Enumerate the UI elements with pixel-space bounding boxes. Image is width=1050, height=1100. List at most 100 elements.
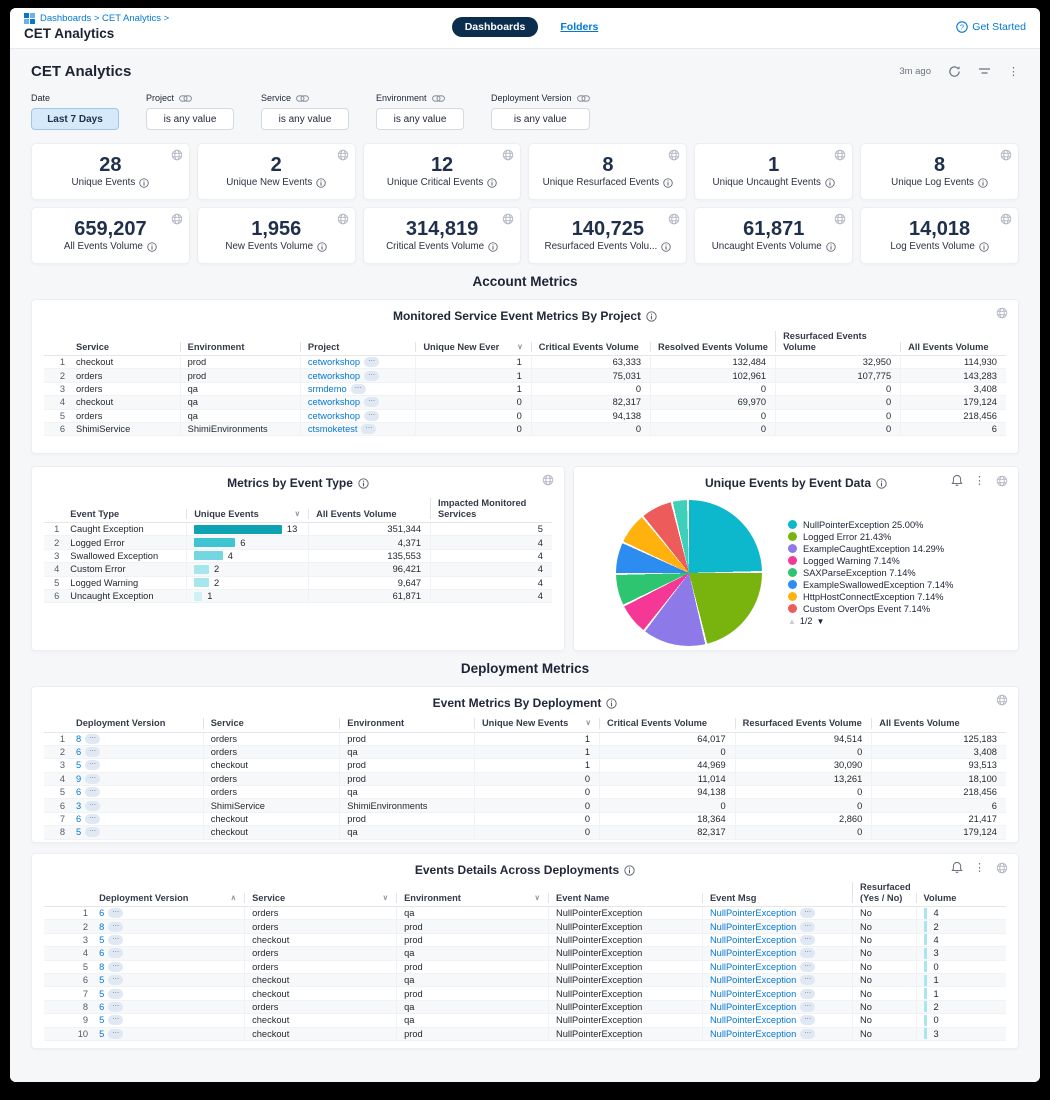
more-badge[interactable]: ⋯ <box>108 1002 123 1012</box>
more-badge[interactable]: ⋯ <box>361 424 376 434</box>
globe-icon[interactable] <box>337 149 349 161</box>
globe-icon[interactable] <box>337 213 349 225</box>
more-badge[interactable]: ⋯ <box>800 1029 815 1039</box>
more-badge[interactable]: ⋯ <box>364 357 379 367</box>
info-icon[interactable] <box>979 242 989 252</box>
globe-icon[interactable] <box>1000 149 1012 161</box>
globe-icon[interactable] <box>668 149 680 161</box>
legend-item[interactable]: HttpHostConnectException 7.14% <box>788 592 963 603</box>
more-badge[interactable]: ⋯ <box>800 908 815 918</box>
more-badge[interactable]: ⋯ <box>85 774 100 784</box>
more-badge[interactable]: ⋯ <box>108 962 123 972</box>
cell-link[interactable]: 6 <box>76 814 81 824</box>
more-badge[interactable]: ⋯ <box>108 908 123 918</box>
globe-icon[interactable] <box>996 307 1008 319</box>
column-header[interactable]: Deployment Version∧ <box>92 893 244 904</box>
globe-icon[interactable] <box>1000 213 1012 225</box>
filter-chip[interactable]: is any value <box>376 108 464 130</box>
more-menu-icon[interactable]: ⋮ <box>974 474 985 487</box>
globe-icon[interactable] <box>171 213 183 225</box>
cell-link[interactable]: NullPointerException <box>710 922 796 932</box>
cell-link[interactable]: 9 <box>76 774 81 784</box>
breadcrumb[interactable]: Dashboards > CET Analytics > <box>40 13 169 24</box>
filter-chip[interactable]: is any value <box>491 108 590 130</box>
get-started-link[interactable]: ? Get Started <box>956 21 1026 33</box>
info-icon[interactable] <box>487 178 497 188</box>
more-badge[interactable]: ⋯ <box>85 801 100 811</box>
more-badge[interactable]: ⋯ <box>364 371 379 381</box>
globe-icon[interactable] <box>171 149 183 161</box>
more-badge[interactable]: ⋯ <box>800 975 815 985</box>
cell-link[interactable]: NullPointerException <box>710 908 796 918</box>
more-badge[interactable]: ⋯ <box>800 1015 815 1025</box>
more-badge[interactable]: ⋯ <box>108 989 123 999</box>
cell-link[interactable]: 5 <box>99 1015 104 1025</box>
cell-link[interactable]: 8 <box>76 734 81 744</box>
more-badge[interactable]: ⋯ <box>85 760 100 770</box>
cell-link[interactable]: cetworkshop <box>308 411 360 421</box>
cell-link[interactable]: cetworkshop <box>308 397 360 407</box>
legend-page-up-icon[interactable]: ▲ <box>788 617 796 626</box>
more-badge[interactable]: ⋯ <box>108 1029 123 1039</box>
more-badge[interactable]: ⋯ <box>364 411 379 421</box>
alert-bell-icon[interactable] <box>951 861 963 874</box>
info-icon[interactable] <box>147 242 157 252</box>
more-badge[interactable]: ⋯ <box>108 922 123 932</box>
cell-link[interactable]: cetworkshop <box>308 357 360 367</box>
column-header[interactable]: Unique Events∨ <box>186 509 308 520</box>
globe-icon[interactable] <box>502 213 514 225</box>
cell-link[interactable]: 6 <box>76 747 81 757</box>
cell-link[interactable]: NullPointerException <box>710 962 796 972</box>
legend-item[interactable]: Logged Warning 7.14% <box>788 556 963 567</box>
column-header[interactable]: Unique New Events∨ <box>474 718 599 729</box>
cell-link[interactable]: NullPointerException <box>710 948 796 958</box>
globe-icon[interactable] <box>996 475 1008 487</box>
info-icon[interactable] <box>606 698 617 709</box>
info-icon[interactable] <box>876 478 887 489</box>
cell-link[interactable]: 5 <box>99 975 104 985</box>
info-icon[interactable] <box>663 178 673 188</box>
more-badge[interactable]: ⋯ <box>800 922 815 932</box>
info-icon[interactable] <box>316 178 326 188</box>
cell-link[interactable]: NullPointerException <box>710 1002 796 1012</box>
filter-chip[interactable]: is any value <box>146 108 234 130</box>
legend-item[interactable]: SAXParseException 7.14% <box>788 568 963 579</box>
cell-link[interactable]: 6 <box>99 948 104 958</box>
more-menu-icon[interactable]: ⋮ <box>974 861 985 874</box>
more-badge[interactable]: ⋯ <box>85 747 100 757</box>
globe-icon[interactable] <box>542 474 554 486</box>
info-icon[interactable] <box>488 242 498 252</box>
filter-chip[interactable]: is any value <box>261 108 349 130</box>
filter-icon[interactable] <box>978 66 991 77</box>
column-header[interactable]: Service∨ <box>244 893 396 904</box>
more-badge[interactable]: ⋯ <box>85 734 100 744</box>
legend-item[interactable]: Custom OverOps Event 7.14% <box>788 604 963 615</box>
globe-icon[interactable] <box>668 213 680 225</box>
cell-link[interactable]: 6 <box>99 1002 104 1012</box>
info-icon[interactable] <box>978 178 988 188</box>
cell-link[interactable]: cetworkshop <box>308 371 360 381</box>
more-badge[interactable]: ⋯ <box>800 935 815 945</box>
more-badge[interactable]: ⋯ <box>108 1015 123 1025</box>
legend-item[interactable]: Logged Error 21.43% <box>788 532 963 543</box>
cell-link[interactable]: srmdemo <box>308 384 347 394</box>
tab-folders[interactable]: Folders <box>560 21 598 33</box>
more-badge[interactable]: ⋯ <box>85 787 100 797</box>
cell-link[interactable]: 8 <box>99 962 104 972</box>
cell-link[interactable]: NullPointerException <box>710 1029 796 1039</box>
more-menu-icon[interactable]: ⋮ <box>1008 65 1019 78</box>
cell-link[interactable]: 3 <box>76 801 81 811</box>
globe-icon[interactable] <box>996 862 1008 874</box>
info-icon[interactable] <box>317 242 327 252</box>
alert-bell-icon[interactable] <box>951 474 963 487</box>
info-icon[interactable] <box>661 242 671 252</box>
cell-link[interactable]: 6 <box>76 787 81 797</box>
info-icon[interactable] <box>825 178 835 188</box>
more-badge[interactable]: ⋯ <box>800 948 815 958</box>
info-icon[interactable] <box>624 865 635 876</box>
more-badge[interactable]: ⋯ <box>800 989 815 999</box>
cell-link[interactable]: 8 <box>99 922 104 932</box>
filter-chip[interactable]: Last 7 Days <box>31 108 119 130</box>
globe-icon[interactable] <box>996 694 1008 706</box>
refresh-icon[interactable] <box>948 65 961 78</box>
